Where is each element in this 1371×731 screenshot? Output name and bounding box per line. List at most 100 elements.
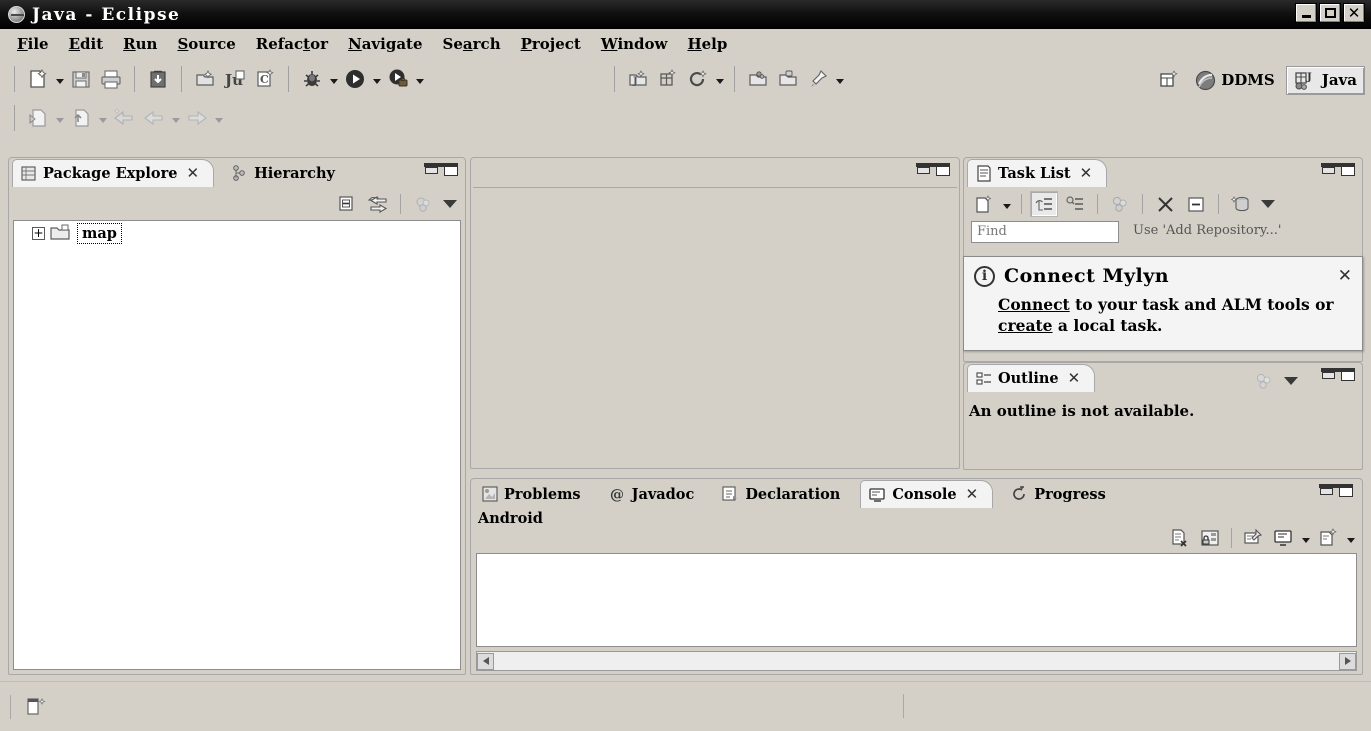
open-console-dropdown[interactable] [1344,524,1357,552]
android-dropdown[interactable] [713,65,726,93]
tab-console[interactable]: Console ✕ [860,480,993,508]
clear-console-icon[interactable] [1166,525,1194,551]
mylyn-create-link[interactable]: create [998,316,1053,335]
save-icon[interactable] [66,64,96,94]
display-console-dropdown[interactable] [1299,524,1312,552]
view-menu-icon[interactable] [440,191,460,217]
tree-item-map[interactable]: + map [14,221,460,245]
maximize-view-button[interactable] [444,163,458,176]
mylyn-connect-link[interactable]: Connect [998,295,1070,314]
scroll-lock-icon[interactable] [1196,525,1224,551]
scroll-left-icon[interactable] [477,653,494,670]
maximize-editor-button[interactable] [936,163,950,176]
menu-run[interactable]: Run [114,33,166,55]
new-package-icon[interactable] [190,64,220,94]
focus-icon[interactable] [1250,368,1278,394]
collapse-all-icon[interactable] [1182,191,1210,217]
perspective-ddms[interactable]: DDMS [1188,67,1281,94]
external-tools-dropdown[interactable] [413,65,426,93]
maximize-view-button[interactable] [1341,163,1355,176]
tab-progress[interactable]: Progress [1003,480,1120,508]
menu-help[interactable]: Help [678,33,736,55]
back-icon[interactable] [139,103,169,133]
menu-project[interactable]: Project [512,33,590,55]
open-perspective-icon[interactable] [1154,65,1184,95]
maximize-window-button[interactable] [1319,3,1341,23]
menu-source[interactable]: Source [168,33,244,55]
new-class-icon[interactable]: C [250,64,280,94]
expand-icon[interactable]: + [32,227,45,240]
close-icon[interactable]: ✕ [1080,166,1093,181]
tab-problems[interactable]: Problems [474,480,595,508]
new-task-dropdown[interactable] [1000,190,1013,218]
open-console-icon[interactable] [1314,525,1342,551]
view-menu-icon[interactable] [1258,191,1278,217]
tab-javadoc[interactable]: @ Javadoc [601,480,709,508]
pin-dropdown[interactable] [833,65,846,93]
back-history-icon[interactable] [109,103,139,133]
close-icon[interactable]: ✕ [966,487,979,502]
focus-on-workweek-icon[interactable] [1106,191,1134,217]
back-dropdown[interactable] [169,104,182,132]
new-task-icon[interactable] [969,191,997,217]
close-window-button[interactable]: ✕ [1343,3,1365,23]
tab-declaration[interactable]: Declaration [714,480,854,508]
export-icon[interactable] [66,103,96,133]
synchronize-icon[interactable] [1227,191,1255,217]
minimize-window-button[interactable] [1295,3,1317,23]
new-android-xml-icon[interactable] [683,64,713,94]
scroll-right-icon[interactable] [1339,653,1356,670]
close-icon[interactable]: ✕ [1338,268,1352,285]
close-icon[interactable]: ✕ [186,166,199,181]
new-file-icon[interactable] [23,64,53,94]
maximize-view-button[interactable] [1341,368,1355,381]
run-dropdown[interactable] [370,65,383,93]
perspective-java[interactable]: J Java [1286,66,1365,95]
forward-icon[interactable] [182,103,212,133]
console-output-area[interactable] [476,553,1357,647]
task-list-search-input[interactable]: Find [971,221,1119,243]
pin-console-icon[interactable] [1239,525,1267,551]
pin-icon[interactable] [803,64,833,94]
open-type-icon[interactable]: J [623,64,653,94]
display-console-icon[interactable] [1269,525,1297,551]
tab-hierarchy[interactable]: Hierarchy [224,159,349,187]
focus-icon[interactable] [409,191,437,217]
external-tools-icon[interactable] [383,64,413,94]
menu-window[interactable]: Window [592,33,677,55]
menu-search[interactable]: Search [434,33,510,55]
scheduled-icon[interactable] [1061,191,1089,217]
console-horizontal-scrollbar[interactable] [476,651,1357,671]
close-icon[interactable]: ✕ [1068,371,1081,386]
link-with-editor-icon[interactable] [364,191,392,217]
run-icon[interactable] [340,64,370,94]
collapse-all-icon[interactable] [333,191,361,217]
debug-dropdown[interactable] [327,65,340,93]
menu-navigate[interactable]: Navigate [339,33,432,55]
package-explorer-tree[interactable]: + map [13,220,461,670]
menu-edit[interactable]: Edit [60,33,113,55]
tab-package-explorer[interactable]: Package Explore ✕ [12,159,214,187]
view-menu-icon[interactable] [1281,368,1301,394]
categorized-icon[interactable] [1030,191,1058,217]
junit-icon[interactable]: Ju [220,64,250,94]
new-android-project-icon[interactable] [653,64,683,94]
debug-icon[interactable] [297,64,327,94]
menu-file[interactable]: File [8,33,58,55]
import-dropdown[interactable] [53,104,66,132]
open-task-icon[interactable] [773,64,803,94]
tab-task-list[interactable]: Task List ✕ [967,159,1107,187]
import-icon[interactable] [23,103,53,133]
new-file-dropdown[interactable] [53,65,66,93]
maximize-view-button[interactable] [1339,484,1353,497]
export-dropdown[interactable] [96,104,109,132]
task-list-icon [976,165,992,182]
print-icon[interactable] [96,64,126,94]
android-sdk-manager-icon[interactable] [143,64,173,94]
open-resource-icon[interactable] [743,64,773,94]
tab-outline[interactable]: Outline ✕ [967,364,1095,392]
editor-empty-content[interactable] [473,187,957,466]
menu-refactor[interactable]: Refactor [247,33,337,55]
delete-icon[interactable] [1151,191,1179,217]
forward-dropdown[interactable] [212,104,225,132]
